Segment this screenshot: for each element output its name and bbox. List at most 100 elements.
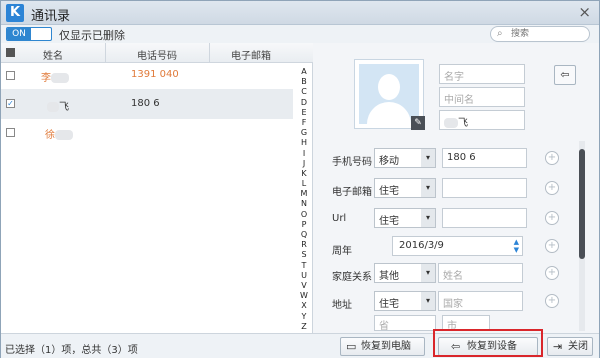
close-button[interactable]: ⇥ 关闭 <box>547 337 593 356</box>
add-anniversary-icon[interactable]: + <box>545 239 559 253</box>
column-divider <box>209 43 210 63</box>
restore-to-pc-label: 恢复到电脑 <box>361 341 411 352</box>
date-spinner-icon[interactable]: ▲ ▼ <box>514 238 519 254</box>
alpha-q[interactable]: Q <box>297 230 311 240</box>
alpha-g[interactable]: G <box>297 128 311 138</box>
contact-name: 李 <box>41 69 69 84</box>
alpha-h[interactable]: H <box>297 138 311 148</box>
row-checkbox[interactable] <box>6 71 15 80</box>
edit-photo-icon[interactable]: ✎ <box>411 116 425 130</box>
column-divider <box>105 43 106 63</box>
add-relation-icon[interactable]: + <box>545 266 559 280</box>
url-label: Url <box>332 213 347 224</box>
close-label: 关闭 <box>568 341 588 352</box>
app-logo-icon: K <box>6 4 24 22</box>
alpha-n[interactable]: N <box>297 199 311 209</box>
add-phone-icon[interactable]: + <box>545 151 559 165</box>
alpha-i[interactable]: I <box>297 149 311 159</box>
first-name-field[interactable]: 名字 <box>439 64 525 84</box>
contact-avatar[interactable]: ✎ <box>354 59 425 130</box>
alpha-x[interactable]: X <box>297 301 311 311</box>
alpha-w[interactable]: W <box>297 291 311 301</box>
phone-type-select[interactable]: 移动 ▾ <box>374 148 436 168</box>
alpha-l[interactable]: L <box>297 179 311 189</box>
header-email: 电子邮箱 <box>231 51 271 62</box>
alpha-e[interactable]: E <box>297 108 311 118</box>
alphabet-index: A B C D E F G H I J K L M N O P Q R S T … <box>297 67 311 332</box>
alpha-u[interactable]: U <box>297 271 311 281</box>
scrollbar-thumb[interactable] <box>579 149 585 259</box>
add-address-icon[interactable]: + <box>545 294 559 308</box>
deleted-only-toggle[interactable]: ON <box>6 27 52 41</box>
computer-icon: ▭ <box>346 340 357 353</box>
alpha-p[interactable]: P <box>297 220 311 230</box>
contact-detail-panel: ✎ 名字 中间名 飞 ⇦ 手机号码 移动 ▾ 180 6 + 电子邮箱 住宅 ▾ +… <box>314 43 599 333</box>
alpha-d[interactable]: D <box>297 98 311 108</box>
chevron-down-icon: ▾ <box>421 179 435 197</box>
avatar-head <box>378 74 400 100</box>
alpha-v[interactable]: V <box>297 281 311 291</box>
email-input[interactable] <box>442 178 527 198</box>
add-url-icon[interactable]: + <box>545 211 559 225</box>
last-name-field[interactable]: 飞 <box>439 110 525 130</box>
alpha-c[interactable]: C <box>297 87 311 97</box>
middle-name-field[interactable]: 中间名 <box>439 87 525 107</box>
deleted-only-label: 仅显示已删除 <box>59 29 125 42</box>
anniversary-label: 周年 <box>332 246 352 257</box>
selection-summary: 已选择（1）项，总共（3）项 <box>5 345 138 356</box>
address-type-select[interactable]: 住宅 ▾ <box>374 291 436 311</box>
contact-name: 徐 <box>45 126 73 141</box>
relation-type-select[interactable]: 其他 ▾ <box>374 263 436 283</box>
alpha-y[interactable]: Y <box>297 312 311 322</box>
search-box[interactable]: ⌕ <box>490 26 590 42</box>
toggle-on-label: ON <box>7 28 31 40</box>
row-checkbox[interactable] <box>6 128 15 137</box>
highlight-box <box>433 329 543 357</box>
address-label: 地址 <box>332 300 352 311</box>
add-email-icon[interactable]: + <box>545 181 559 195</box>
avatar-body <box>367 102 411 124</box>
alpha-t[interactable]: T <box>297 261 311 271</box>
header-name: 姓名 <box>43 51 63 62</box>
chevron-down-icon: ▾ <box>421 264 435 282</box>
url-input[interactable] <box>442 208 527 228</box>
detail-scrollbar[interactable] <box>579 141 585 331</box>
search-icon: ⌕ <box>497 28 503 39</box>
contacts-window: K 通讯录 × ON 仅显示已删除 ⌕ 姓名 电话号码 电子邮箱 李 1391 … <box>0 0 600 358</box>
phone-label: 手机号码 <box>332 157 372 168</box>
alpha-j[interactable]: J <box>297 159 311 169</box>
select-all-checkbox[interactable] <box>6 48 15 57</box>
chevron-down-icon: ▾ <box>421 209 435 227</box>
email-type-select[interactable]: 住宅 ▾ <box>374 178 436 198</box>
alpha-s[interactable]: S <box>297 250 311 260</box>
relation-name-input[interactable]: 姓名 <box>438 263 523 283</box>
phone-input[interactable]: 180 6 <box>442 148 527 168</box>
alpha-a[interactable]: A <box>297 67 311 77</box>
table-row[interactable]: ✓ 飞 180 6 <box>1 89 293 119</box>
alpha-z[interactable]: Z <box>297 322 311 332</box>
restore-to-pc-button[interactable]: ▭ 恢复到电脑 <box>340 337 425 356</box>
avatar-placeholder-icon <box>359 64 419 124</box>
window-close-button[interactable]: × <box>578 3 591 21</box>
contact-phone: 1391 040 <box>131 69 179 80</box>
anniversary-date-picker[interactable]: 2016/3/9 ▲ ▼ <box>392 236 523 256</box>
table-row[interactable]: 李 1391 040 <box>1 63 293 88</box>
table-row[interactable]: 徐 <box>1 120 293 145</box>
country-input[interactable]: 国家 <box>438 291 523 311</box>
contact-phone: 180 6 <box>131 98 160 109</box>
alpha-o[interactable]: O <box>297 210 311 220</box>
import-contact-button[interactable]: ⇦ <box>554 65 576 85</box>
url-type-select[interactable]: 住宅 ▾ <box>374 208 436 228</box>
alpha-m[interactable]: M <box>297 189 311 199</box>
row-checkbox-checked[interactable]: ✓ <box>6 99 15 108</box>
alpha-f[interactable]: F <box>297 118 311 128</box>
alpha-r[interactable]: R <box>297 240 311 250</box>
search-input[interactable] <box>511 28 583 40</box>
alpha-b[interactable]: B <box>297 77 311 87</box>
contact-list-panel: 姓名 电话号码 电子邮箱 李 1391 040 ✓ 飞 180 6 徐 A B … <box>1 43 313 333</box>
province-input[interactable]: 省 <box>374 315 436 332</box>
email-label: 电子邮箱 <box>332 187 372 198</box>
header-phone: 电话号码 <box>137 51 177 62</box>
alpha-k[interactable]: K <box>297 169 311 179</box>
contact-name: 飞 <box>47 98 69 113</box>
